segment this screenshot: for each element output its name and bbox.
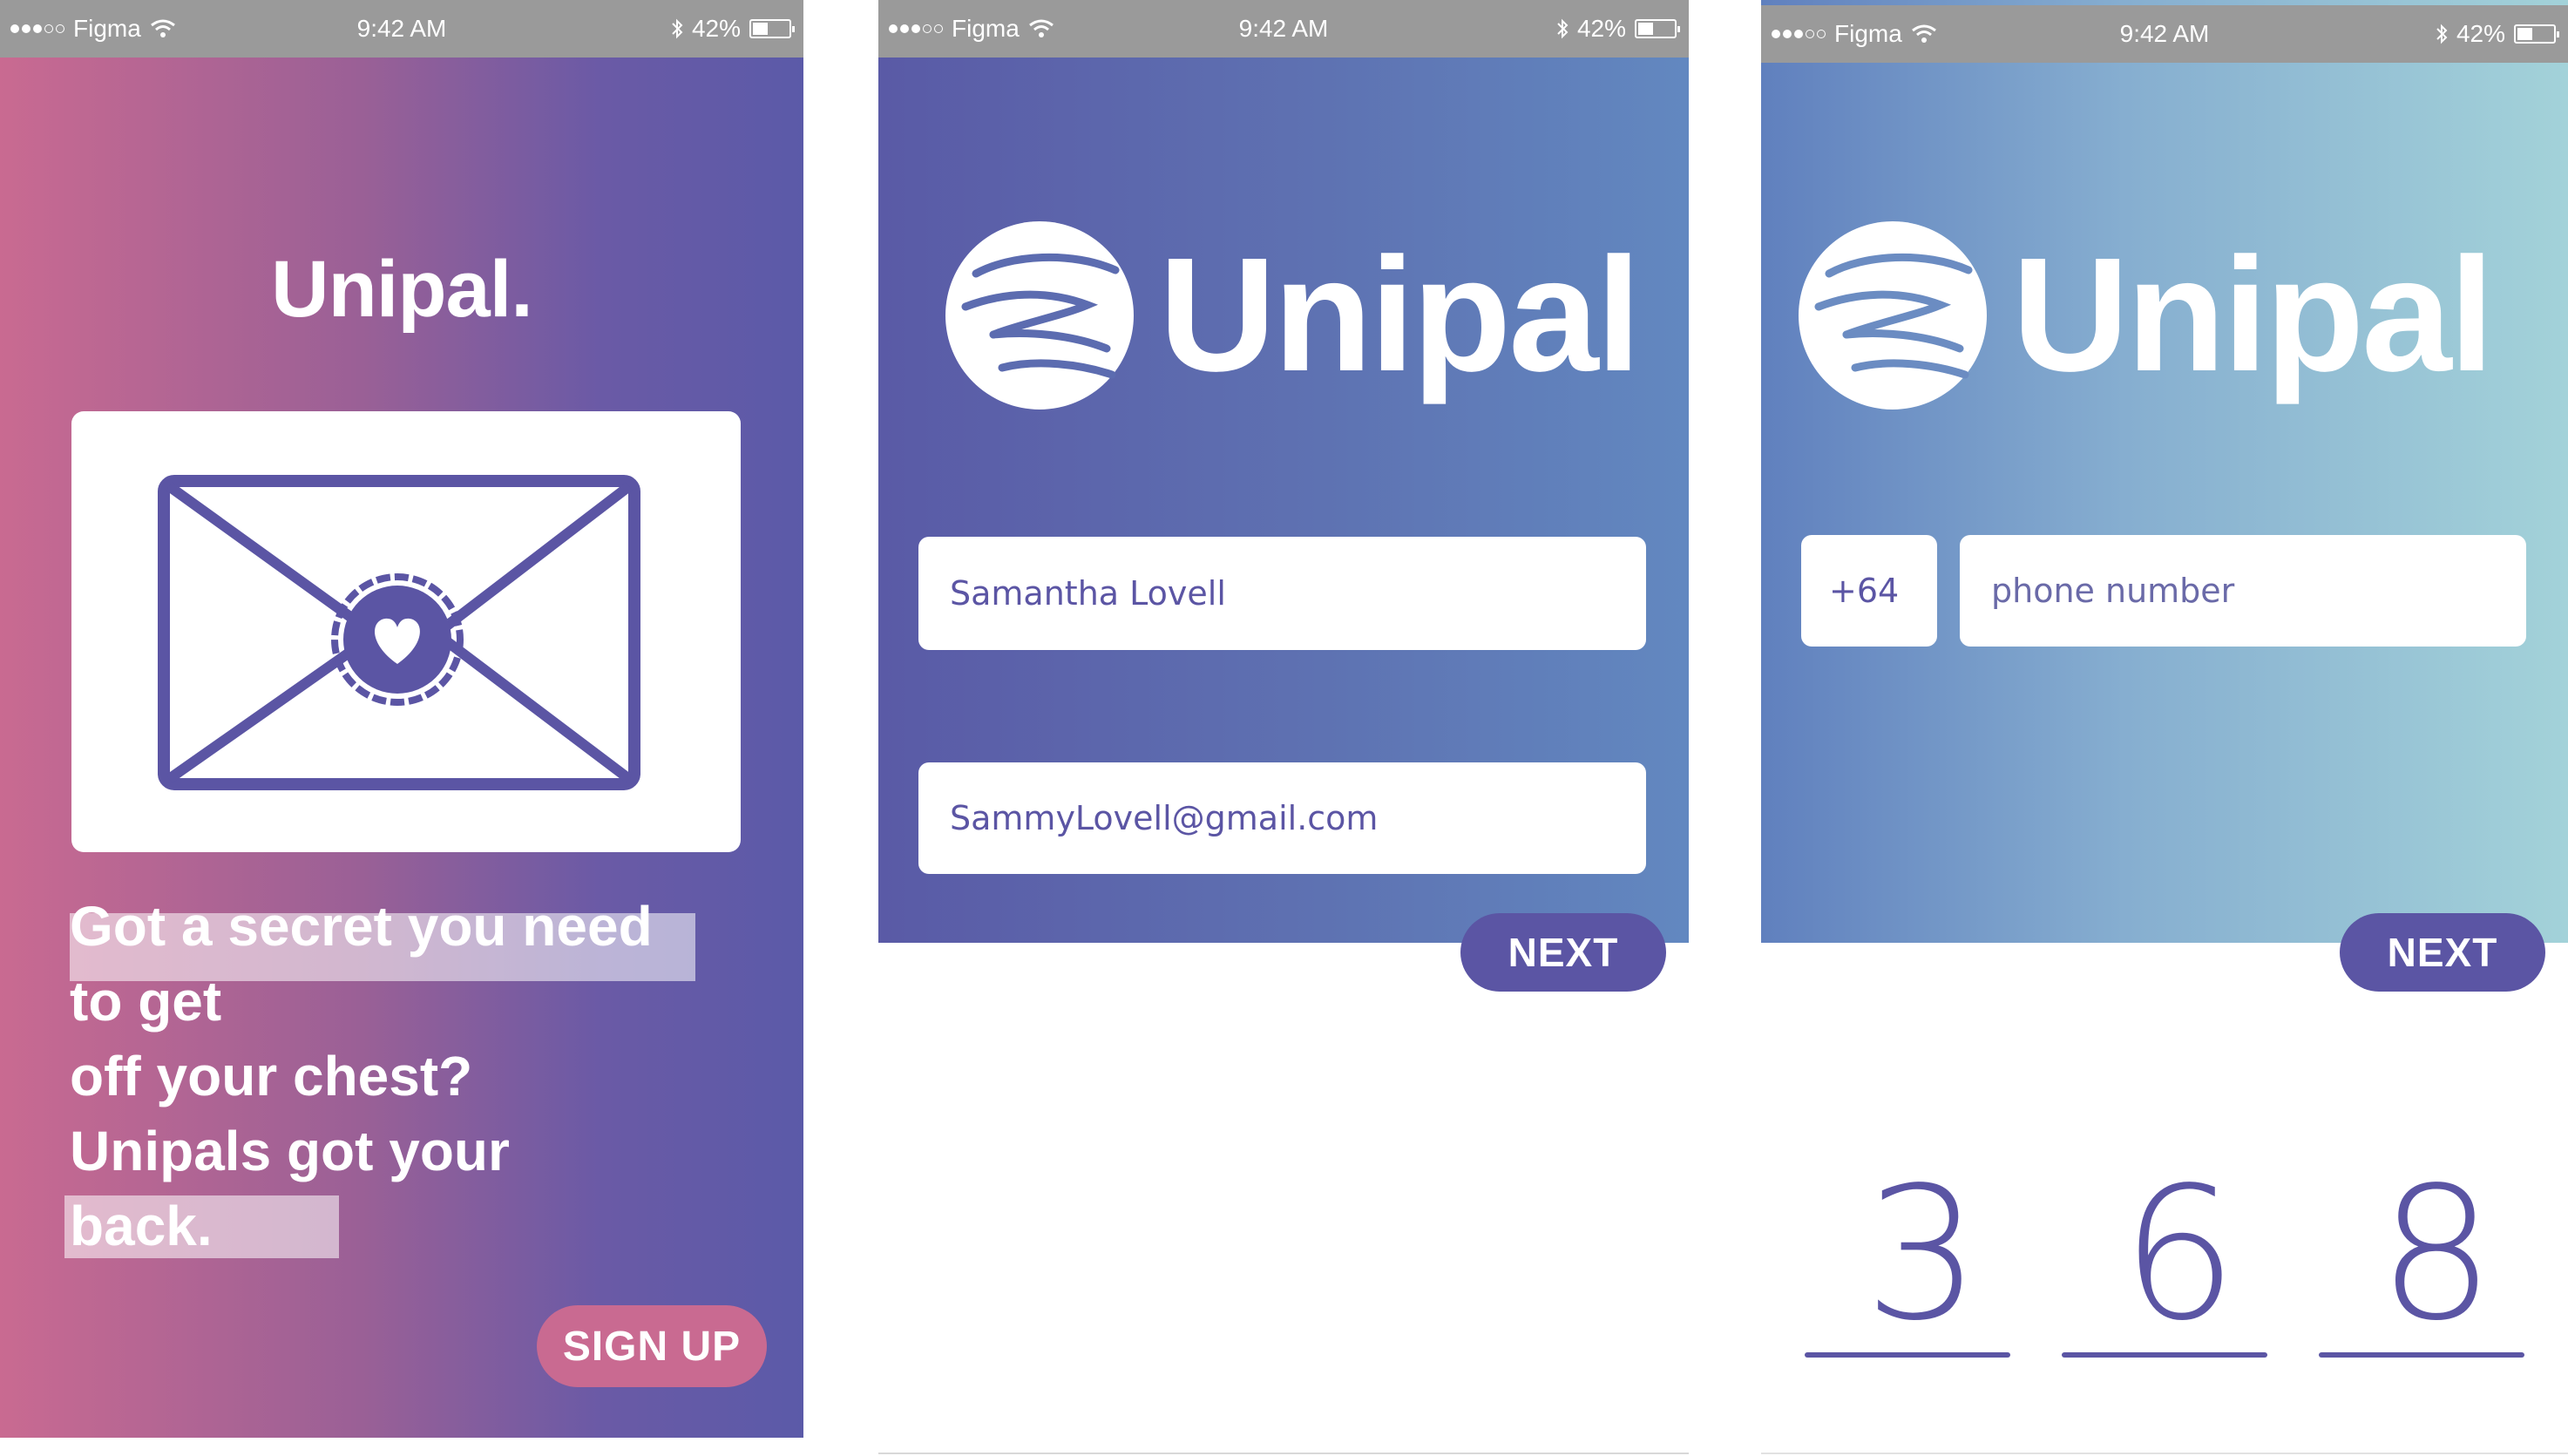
divider [1761, 1453, 2568, 1454]
battery-fill [753, 23, 768, 35]
bluetooth-icon [1557, 18, 1569, 39]
battery-icon [1635, 19, 1680, 38]
tagline-line: back. [70, 1195, 213, 1257]
bluetooth-icon [2436, 24, 2448, 44]
status-bar: Figma 9:42 AM 42% [1761, 5, 2568, 63]
unipal-logo: Unipal [941, 220, 1641, 411]
sign-up-button[interactable]: SIGN UP [537, 1305, 767, 1387]
tagline-line: Got a secret you need [70, 895, 653, 958]
status-bar: Figma 9:42 AM 42% [0, 0, 803, 58]
envelope-card [71, 411, 741, 852]
next-button[interactable]: NEXT [2340, 913, 2545, 992]
full-name-field[interactable]: Samantha Lovell [918, 537, 1646, 650]
logo-wordmark: Unipal [1159, 225, 1641, 405]
next-button[interactable]: NEXT [1460, 913, 1666, 992]
status-bar: Figma 9:42 AM 42% [878, 0, 1689, 58]
code-digit-underline [2319, 1352, 2524, 1358]
code-digit-3[interactable]: 8 [2332, 1163, 2541, 1346]
signup-intro-screen: Figma 9:42 AM 42% Unipal. Got a secret y… [0, 0, 803, 1438]
logo-wordmark: Unipal [2012, 225, 2494, 405]
code-digit-1[interactable]: 3 [1818, 1163, 2027, 1346]
battery-percent: 42% [2456, 20, 2505, 47]
code-digit-2[interactable]: 6 [2075, 1163, 2284, 1346]
account-details-screen: Figma 9:42 AM 42% Unipal Samantha Lovell… [878, 0, 1689, 1456]
phone-number-input[interactable]: phone number [1960, 535, 2526, 647]
battery-icon [2514, 24, 2559, 44]
code-digit-underline [1805, 1352, 2010, 1358]
tagline-line: to get [70, 970, 222, 1033]
app-title: Unipal. [271, 245, 533, 334]
full-name-value: Samantha Lovell [950, 574, 1226, 613]
tagline: Got a secret you need to get off your ch… [70, 889, 749, 1263]
battery-percent: 42% [1576, 15, 1626, 42]
code-digit-underline [2062, 1352, 2267, 1358]
email-value: SammyLovell@gmail.com [950, 799, 1379, 837]
divider [878, 1453, 1689, 1454]
battery-fill [2517, 28, 2532, 40]
battery-icon [749, 19, 795, 38]
battery-percent: 42% [691, 15, 741, 42]
tagline-line: Unipals got your [70, 1120, 510, 1182]
battery-fill [1638, 23, 1653, 35]
globe-hands-logo-icon [1799, 221, 1987, 410]
email-field[interactable]: SammyLovell@gmail.com [918, 762, 1646, 874]
gradient-header [1761, 0, 2568, 943]
phone-number-placeholder: phone number [1991, 572, 2235, 610]
country-code-value: +64 [1829, 572, 1900, 610]
tagline-line: off your chest? [70, 1045, 473, 1107]
bluetooth-icon [672, 18, 683, 39]
unipal-logo: Unipal [1794, 220, 2494, 411]
country-code-field[interactable]: +64 [1801, 535, 1937, 647]
envelope-heart-seal-icon [158, 475, 640, 790]
phone-verification-screen: Figma 9:42 AM 42% Unipal +64 phone numbe… [1761, 0, 2568, 1456]
globe-hands-logo-icon [945, 221, 1134, 410]
